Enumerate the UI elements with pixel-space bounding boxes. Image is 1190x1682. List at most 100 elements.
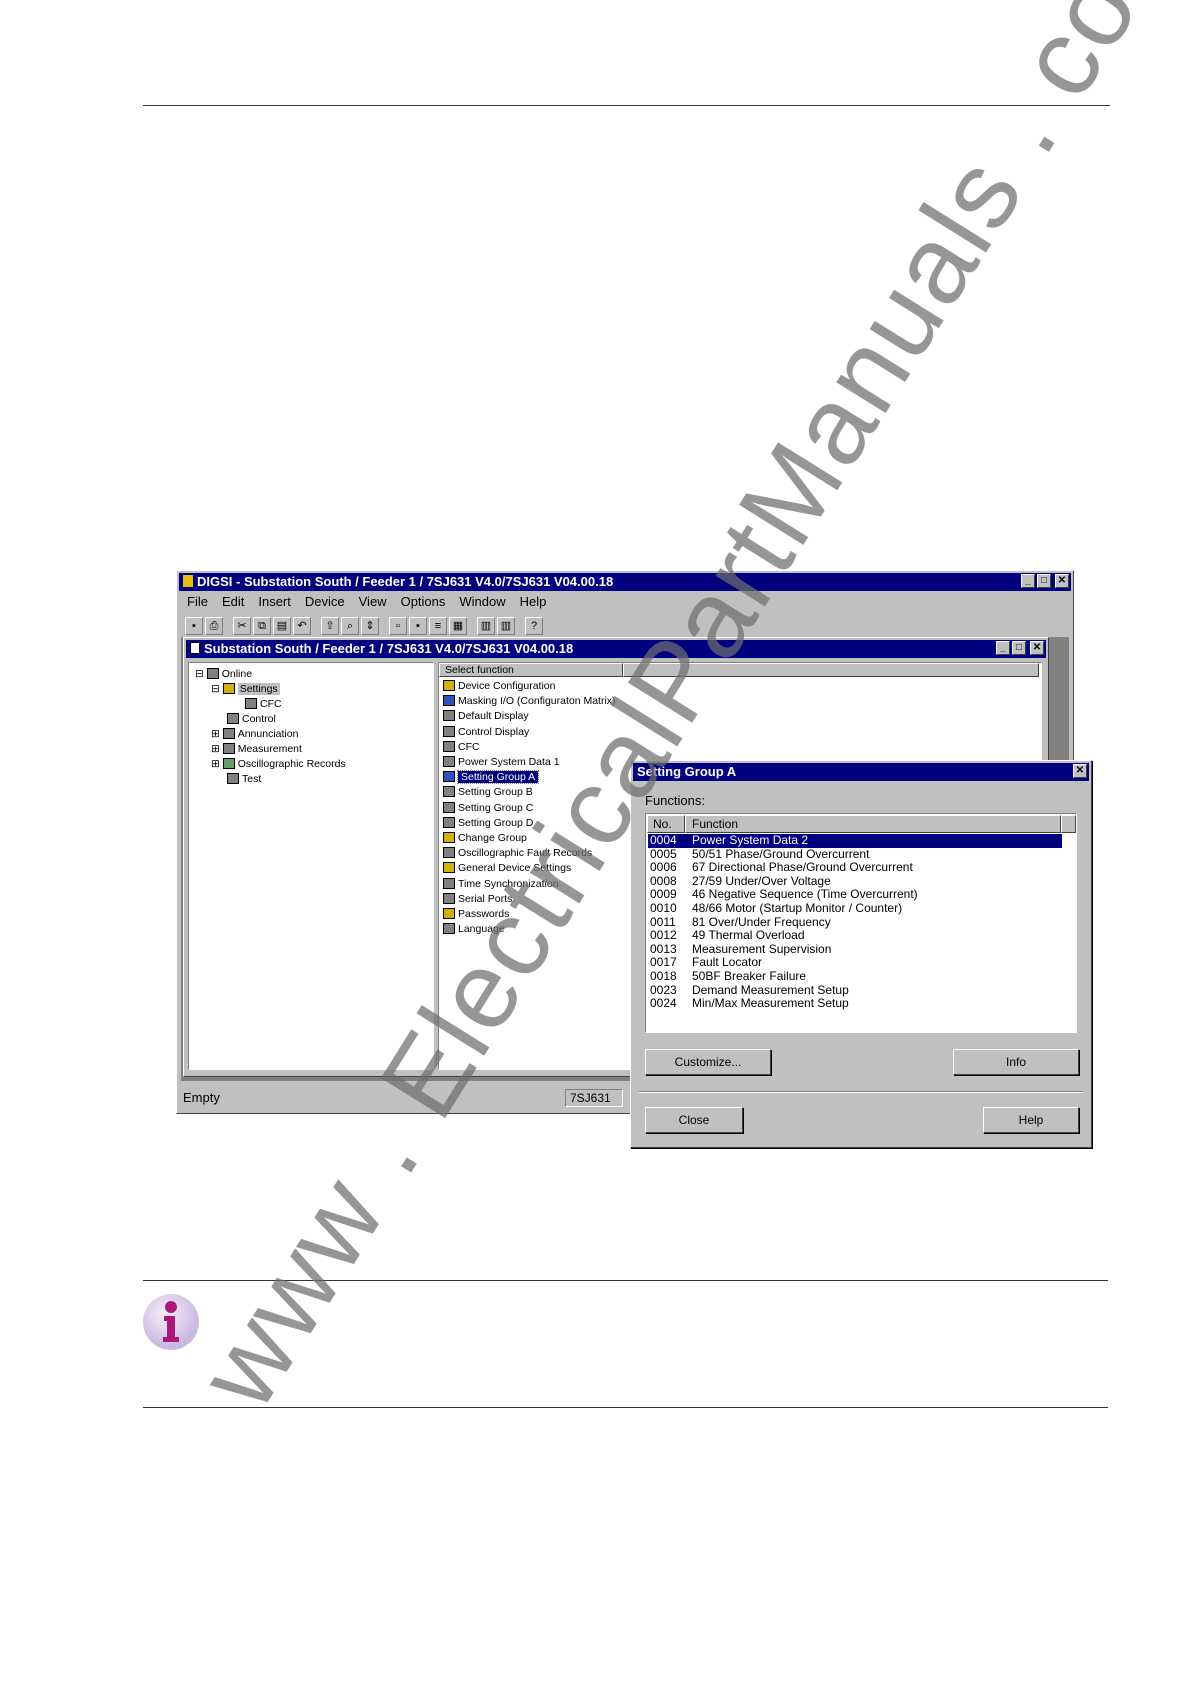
- parameter-icon: [443, 786, 455, 798]
- device-icon[interactable]: ▥: [477, 617, 495, 635]
- tree-item-annunciation[interactable]: ⊞ Annunciation: [211, 727, 298, 741]
- minimize-icon[interactable]: _: [1021, 574, 1035, 588]
- undo-icon[interactable]: ↶: [293, 617, 311, 635]
- menu-help[interactable]: Help: [520, 593, 547, 611]
- display-icon: [443, 710, 455, 722]
- customize-button[interactable]: Customize...: [645, 1049, 771, 1075]
- function-item[interactable]: Default Display: [443, 709, 529, 724]
- sort-icon[interactable]: ⇕: [361, 617, 379, 635]
- small-icons-icon[interactable]: ▪: [409, 617, 427, 635]
- level-up-icon[interactable]: ⇧: [321, 617, 339, 635]
- function-item[interactable]: General Device Settings: [443, 861, 571, 876]
- function-item[interactable]: Device Configuration: [443, 679, 555, 694]
- function-item[interactable]: Serial Ports: [443, 892, 512, 907]
- large-icons-icon[interactable]: ▫: [389, 617, 407, 635]
- col-header-function[interactable]: Function: [685, 815, 1061, 833]
- info-button[interactable]: Info: [953, 1049, 1079, 1075]
- print-icon[interactable]: ⎙: [205, 617, 223, 635]
- child-close-icon[interactable]: ✕: [1030, 641, 1044, 655]
- tree-pane[interactable]: ⊟ Online ⊟ Settings CFC Control ⊞ Annunc…: [188, 662, 434, 1070]
- col-header-spacer: [1061, 815, 1076, 833]
- table-row[interactable]: 0009 46 Negative Sequence (Time Overcurre…: [648, 888, 1062, 902]
- copy-icon[interactable]: ⧉: [253, 617, 271, 635]
- function-item[interactable]: Language: [443, 922, 505, 937]
- function-item-selected[interactable]: Setting Group A: [443, 770, 540, 785]
- settings-icon: [222, 683, 235, 694]
- paste-icon[interactable]: ▤: [273, 617, 291, 635]
- tree-item-online[interactable]: ⊟ Online: [195, 667, 252, 681]
- row-number: 0008: [650, 873, 677, 888]
- tree-item-control[interactable]: Control: [227, 712, 276, 726]
- function-item[interactable]: Time Synchronization: [443, 877, 559, 892]
- table-row[interactable]: 0018 50BF Breaker Failure: [648, 969, 1062, 984]
- function-item[interactable]: Change Group: [443, 831, 527, 846]
- setting-group-dialog: Setting Group A ✕ Functions: No. Functio…: [630, 760, 1092, 1148]
- close-icon[interactable]: ✕: [1055, 574, 1069, 588]
- menu-file[interactable]: File: [187, 593, 208, 611]
- close-button[interactable]: Close: [645, 1107, 743, 1133]
- save-icon[interactable]: ▪: [185, 617, 203, 635]
- col-header-no[interactable]: No.: [647, 815, 685, 833]
- annunciation-icon: [222, 728, 235, 739]
- row-function: Measurement Supervision: [692, 941, 832, 956]
- table-row[interactable]: 0011 81 Over/Under Frequency: [648, 914, 1062, 930]
- tree-item-test[interactable]: Test: [227, 772, 261, 786]
- child-minimize-icon[interactable]: _: [996, 641, 1010, 655]
- find-icon[interactable]: ⌕: [341, 617, 359, 635]
- function-item[interactable]: Oscillographic Fault Records: [443, 846, 592, 861]
- row-function: Fault Locator: [692, 955, 763, 970]
- tree-item-oscillographic-records[interactable]: ⊞ Oscillographic Records: [211, 757, 346, 771]
- maximize-icon[interactable]: □: [1037, 574, 1051, 588]
- table-row[interactable]: 0010 48/66 Motor (Startup Monitor / Count…: [648, 901, 1062, 916]
- device-online-icon[interactable]: ▥: [497, 617, 515, 635]
- list-icon[interactable]: ≡: [429, 617, 447, 635]
- row-number: 0009: [650, 887, 677, 902]
- table-row[interactable]: 0006 67 Directional Phase/Ground Overcurr…: [648, 861, 1062, 875]
- functions-table[interactable]: No. Function 0004 Power System Data 2 0005…: [645, 813, 1077, 1033]
- cfc-icon: [443, 740, 455, 752]
- table-row[interactable]: 0013 Measurement Supervision: [648, 941, 1062, 957]
- child-title-bar[interactable]: Substation South / Feeder 1 / 7SJ631 V4.…: [186, 640, 1046, 658]
- row-function: 50/51 Phase/Ground Overcurrent: [692, 846, 870, 861]
- function-item[interactable]: Passwords: [443, 907, 509, 922]
- row-function: 81 Over/Under Frequency: [692, 914, 831, 929]
- table-row-selected[interactable]: 0004 Power System Data 2: [648, 833, 1062, 848]
- function-item[interactable]: CFC: [443, 740, 480, 755]
- list-header[interactable]: Select function: [439, 663, 623, 677]
- child-maximize-icon[interactable]: □: [1012, 641, 1026, 655]
- general-settings-icon: [443, 862, 455, 874]
- table-row[interactable]: 0023 Demand Measurement Setup: [648, 983, 1062, 998]
- tree-item-cfc[interactable]: CFC: [245, 697, 282, 711]
- table-row[interactable]: 0012 49 Thermal Overload: [648, 929, 1062, 943]
- menu-window[interactable]: Window: [459, 593, 505, 611]
- table-row[interactable]: 0017 Fault Locator: [648, 956, 1062, 970]
- cut-icon[interactable]: ✂: [233, 617, 251, 635]
- control-icon: [227, 713, 239, 724]
- function-item[interactable]: Setting Group D: [443, 816, 533, 831]
- menu-device[interactable]: Device: [305, 593, 345, 611]
- menu-insert[interactable]: Insert: [258, 593, 291, 611]
- main-title-bar[interactable]: DIGSI - Substation South / Feeder 1 / 7S…: [179, 573, 1071, 591]
- dialog-title-bar[interactable]: Setting Group A ✕: [633, 763, 1089, 781]
- function-item[interactable]: Setting Group B: [443, 785, 533, 800]
- table-row[interactable]: 0024 Min/Max Measurement Setup: [648, 997, 1062, 1011]
- context-help-icon[interactable]: ?: [525, 617, 543, 635]
- menu-edit[interactable]: Edit: [222, 593, 244, 611]
- function-item[interactable]: Setting Group C: [443, 801, 533, 816]
- function-item[interactable]: Power System Data 1: [443, 755, 560, 770]
- function-item[interactable]: Control Display: [443, 725, 529, 740]
- parameter-icon: [443, 801, 455, 813]
- table-row[interactable]: 0005 50/51 Phase/Ground Overcurrent: [648, 846, 1062, 862]
- change-group-icon: [443, 832, 455, 843]
- tree-item-settings[interactable]: ⊟ Settings: [211, 682, 280, 696]
- menu-view[interactable]: View: [359, 593, 387, 611]
- table-row[interactable]: 0008 27/59 Under/Over Voltage: [648, 873, 1062, 889]
- tree-item-measurement[interactable]: ⊞ Measurement: [211, 742, 302, 756]
- parameter-icon: [443, 816, 455, 828]
- dialog-close-icon[interactable]: ✕: [1073, 764, 1087, 778]
- details-icon[interactable]: ▦: [449, 617, 467, 635]
- note-bottom-rule: [143, 1407, 1108, 1408]
- help-button[interactable]: Help: [983, 1107, 1079, 1133]
- menu-options[interactable]: Options: [401, 593, 446, 611]
- function-item[interactable]: Masking I/O (Configuraton Matrix): [443, 694, 616, 709]
